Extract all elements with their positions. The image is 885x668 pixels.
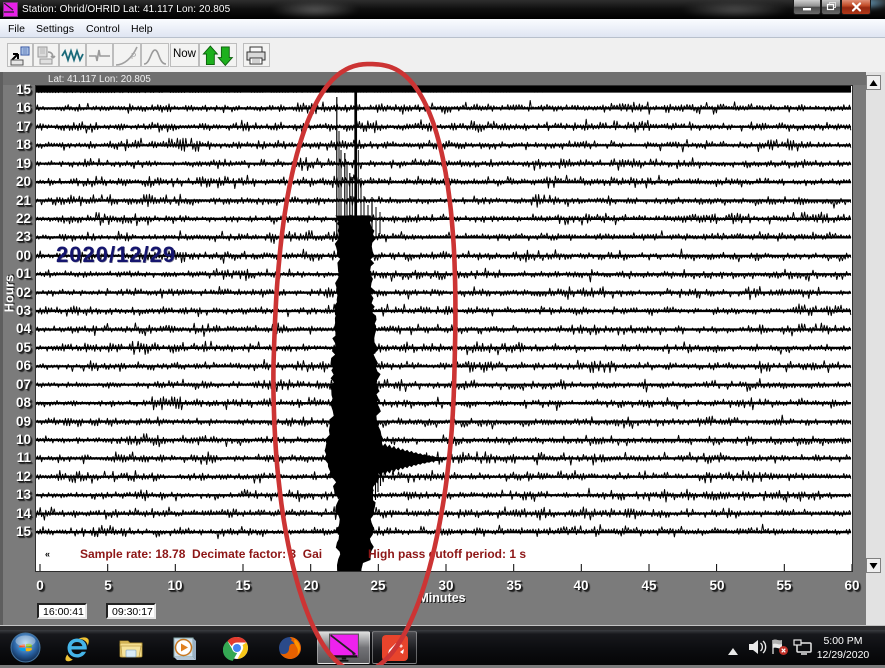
svg-text:P: P	[131, 52, 136, 61]
